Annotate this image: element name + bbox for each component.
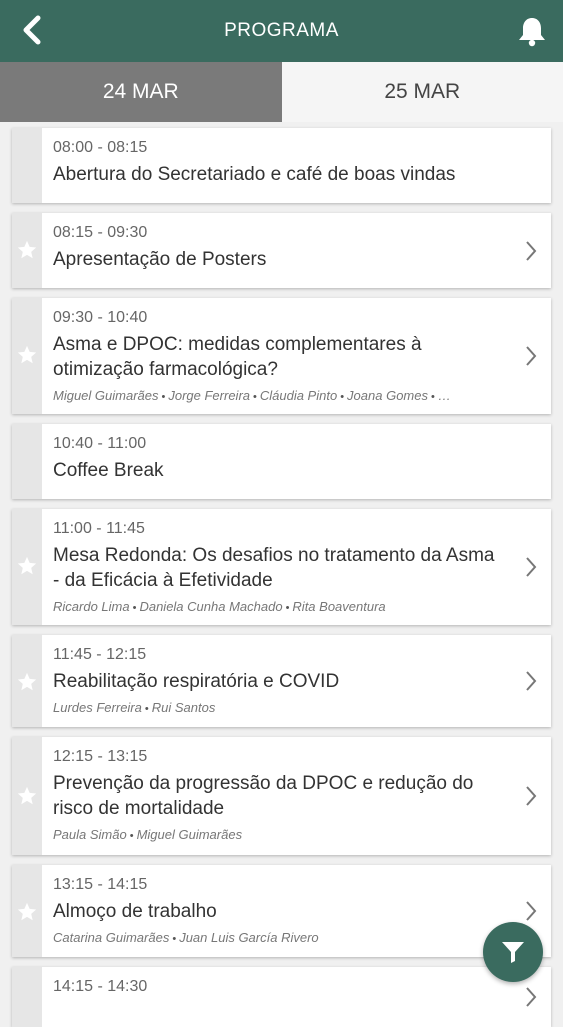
speaker-name: Miguel Guimarães bbox=[137, 827, 243, 842]
session-time: 08:15 - 09:30 bbox=[53, 223, 506, 243]
session-card[interactable]: 09:30 - 10:40 Asma e DPOC: medidas comple… bbox=[12, 298, 551, 414]
speaker-name: Rita Boaventura bbox=[292, 599, 385, 614]
session-time: 14:15 - 14:30 bbox=[53, 977, 506, 997]
session-speakers: Lurdes Ferreira•Rui Santos bbox=[53, 700, 506, 715]
date-tabs: 24 MAR 25 MAR bbox=[0, 62, 563, 122]
chevron-right-icon[interactable] bbox=[523, 239, 539, 263]
speaker-separator: • bbox=[145, 703, 149, 715]
page-title: PROGRAMA bbox=[0, 0, 563, 62]
session-content: 09:30 - 10:40 Asma e DPOC: medidas comple… bbox=[53, 308, 506, 403]
speaker-name: Paula Simão bbox=[53, 827, 127, 842]
speaker-name: … bbox=[438, 388, 451, 403]
session-title: Almoço de trabalho bbox=[53, 899, 506, 924]
filter-icon bbox=[500, 939, 526, 965]
session-card[interactable]: 11:00 - 11:45 Mesa Redonda: Os desafios n… bbox=[12, 509, 551, 625]
speaker-separator: • bbox=[253, 391, 257, 403]
star-icon[interactable] bbox=[16, 239, 38, 261]
speaker-name: Daniela Cunha Machado bbox=[139, 599, 282, 614]
speaker-name: Cláudia Pinto bbox=[260, 388, 337, 403]
speaker-name: Ricardo Lima bbox=[53, 599, 130, 614]
speaker-name: Joana Gomes bbox=[347, 388, 428, 403]
session-card[interactable]: 11:45 - 12:15 Reabilitação respiratória e… bbox=[12, 635, 551, 727]
speaker-name: Juan Luis García Rivero bbox=[179, 930, 318, 945]
session-card[interactable]: 13:15 - 14:15 Almoço de trabalho Catarina … bbox=[12, 865, 551, 957]
session-time: 13:15 - 14:15 bbox=[53, 875, 506, 895]
session-content: 13:15 - 14:15 Almoço de trabalho Catarina … bbox=[53, 875, 506, 945]
session-title: Coffee Break bbox=[53, 458, 506, 483]
speaker-name: Rui Santos bbox=[152, 700, 216, 715]
session-content: 10:40 - 11:00 Coffee Break bbox=[53, 434, 506, 483]
chevron-right-icon[interactable] bbox=[523, 669, 539, 693]
session-speakers: Miguel Guimarães•Jorge Ferreira•Cláudia … bbox=[53, 388, 506, 403]
filter-button[interactable] bbox=[483, 922, 543, 982]
session-title: Asma e DPOC: medidas complementares à ot… bbox=[53, 332, 506, 382]
chevron-right-icon[interactable] bbox=[523, 344, 539, 368]
star-icon[interactable] bbox=[16, 671, 38, 693]
session-title: Prevenção da progressão da DPOC e reduçã… bbox=[53, 771, 506, 821]
session-strip bbox=[12, 967, 42, 1027]
speaker-name: Lurdes Ferreira bbox=[53, 700, 142, 715]
speaker-name: Miguel Guimarães bbox=[53, 388, 159, 403]
session-time: 10:40 - 11:00 bbox=[53, 434, 506, 454]
session-time: 11:45 - 12:15 bbox=[53, 645, 506, 665]
star-icon[interactable] bbox=[16, 785, 38, 807]
session-content: 12:15 - 13:15 Prevenção da progressão da … bbox=[53, 747, 506, 842]
session-title: Abertura do Secretariado e café de boas … bbox=[53, 162, 506, 187]
speaker-separator: • bbox=[162, 391, 166, 403]
star-icon[interactable] bbox=[16, 344, 38, 366]
session-title: Apresentação de Posters bbox=[53, 247, 506, 272]
bell-icon[interactable] bbox=[515, 14, 549, 48]
session-content: 11:00 - 11:45 Mesa Redonda: Os desafios n… bbox=[53, 519, 506, 614]
chevron-right-icon[interactable] bbox=[523, 555, 539, 579]
session-card[interactable]: 12:15 - 13:15 Prevenção da progressão da … bbox=[12, 737, 551, 855]
speaker-separator: • bbox=[133, 602, 137, 614]
session-title: Mesa Redonda: Os desafios no tratamento … bbox=[53, 543, 506, 593]
chevron-right-icon[interactable] bbox=[523, 985, 539, 1009]
session-card[interactable]: 14:15 - 14:30 bbox=[12, 967, 551, 1027]
star-icon[interactable] bbox=[16, 901, 38, 923]
session-time: 09:30 - 10:40 bbox=[53, 308, 506, 328]
session-content: 14:15 - 14:30 bbox=[53, 977, 506, 997]
session-content: 11:45 - 12:15 Reabilitação respiratória e… bbox=[53, 645, 506, 715]
speaker-separator: • bbox=[431, 391, 435, 403]
session-speakers: Catarina Guimarães•Juan Luis García Rive… bbox=[53, 930, 506, 945]
session-title: Reabilitação respiratória e COVID bbox=[53, 669, 506, 694]
session-speakers: Paula Simão•Miguel Guimarães bbox=[53, 827, 506, 842]
session-card[interactable]: 08:15 - 09:30 Apresentação de Posters bbox=[12, 213, 551, 288]
speaker-separator: • bbox=[130, 830, 134, 842]
session-content: 08:15 - 09:30 Apresentação de Posters bbox=[53, 223, 506, 272]
speaker-name: Jorge Ferreira bbox=[168, 388, 250, 403]
session-time: 12:15 - 13:15 bbox=[53, 747, 506, 767]
session-strip bbox=[12, 424, 42, 499]
session-speakers: Ricardo Lima•Daniela Cunha Machado•Rita … bbox=[53, 599, 506, 614]
tab-25-mar[interactable]: 25 MAR bbox=[282, 62, 563, 122]
chevron-right-icon[interactable] bbox=[523, 899, 539, 923]
session-time: 11:00 - 11:45 bbox=[53, 519, 506, 539]
speaker-separator: • bbox=[172, 933, 176, 945]
chevron-right-icon[interactable] bbox=[523, 784, 539, 808]
speaker-separator: • bbox=[286, 602, 290, 614]
session-content: 08:00 - 08:15 Abertura do Secretariado e … bbox=[53, 138, 506, 187]
speaker-name: Catarina Guimarães bbox=[53, 930, 169, 945]
star-icon[interactable] bbox=[16, 555, 38, 577]
session-card: 10:40 - 11:00 Coffee Break bbox=[12, 424, 551, 499]
session-time: 08:00 - 08:15 bbox=[53, 138, 506, 158]
session-card: 08:00 - 08:15 Abertura do Secretariado e … bbox=[12, 128, 551, 203]
app-header: PROGRAMA bbox=[0, 0, 563, 62]
speaker-separator: • bbox=[340, 391, 344, 403]
tab-24-mar[interactable]: 24 MAR bbox=[0, 62, 282, 122]
session-strip bbox=[12, 128, 42, 203]
